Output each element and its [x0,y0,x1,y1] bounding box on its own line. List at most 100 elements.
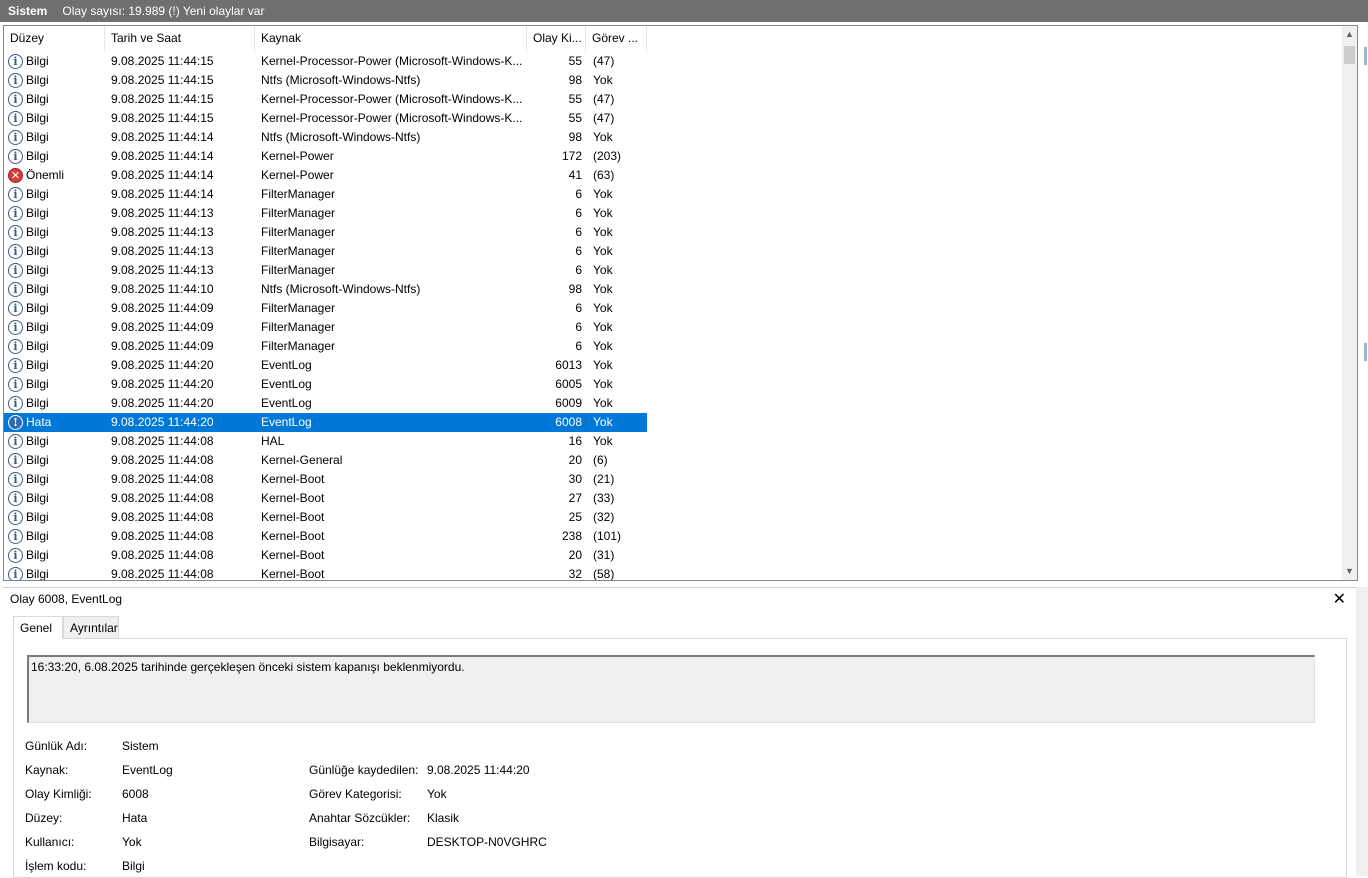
tab-general[interactable]: Genel [13,616,63,640]
source-cell: FilterManager [261,244,336,258]
table-row[interactable]: i Bilgi 9.08.2025 11:44:15 Kernel-Processor… [4,90,647,109]
info-icon: i [8,472,23,487]
tab-details[interactable]: Ayrıntılar [63,616,119,639]
level-cell: i Bilgi [8,375,103,394]
table-row[interactable]: i Bilgi 9.08.2025 11:44:15 Ntfs (Microsoft-… [4,71,647,90]
source-cell: Kernel-Boot [261,567,325,581]
scroll-up-icon[interactable]: ▲ [1342,26,1357,43]
info-icon: i [8,358,23,373]
event-id-cell: 6013 [555,358,582,372]
datetime-cell: 9.08.2025 11:44:09 [111,339,214,353]
table-row[interactable]: i Bilgi 9.08.2025 11:44:14 Ntfs (Microsoft-… [4,128,647,147]
event-id-cell: 6 [575,320,582,334]
info-icon: i [8,54,23,69]
task-cell: Yok [593,339,613,353]
table-row[interactable]: i Bilgi 9.08.2025 11:44:20 EventLog 6005 Yok [4,375,647,394]
source-cell: FilterManager [261,206,336,220]
table-row[interactable]: ! Hata 9.08.2025 11:44:20 EventLog 6008 Yok [4,413,647,432]
source-cell: Kernel-Boot [261,529,325,543]
scroll-down-icon[interactable]: ▼ [1342,563,1357,580]
event-rows: i Bilgi 9.08.2025 11:44:15 Kernel-Processor… [4,51,1344,581]
event-message-box[interactable]: 16:33:20, 6.08.2025 tarihinde gerçekleşe… [27,655,1315,723]
level-text: Bilgi [26,187,49,201]
event-count-info: Olay sayısı: 19.989 (!) Yeni olaylar var [62,4,265,18]
event-list[interactable]: Düzey Tarih ve Saat Kaynak Olay Ki... Gö… [3,25,1358,581]
column-header-event-id[interactable]: Olay Ki... [527,26,586,51]
table-row[interactable]: i Bilgi 9.08.2025 11:44:08 Kernel-Boot 32 (58… [4,565,647,581]
table-row[interactable]: i Bilgi 9.08.2025 11:44:14 FilterManager 6 Yo… [4,185,647,204]
level-cell: i Bilgi [8,280,103,299]
table-row[interactable]: i Bilgi 9.08.2025 11:44:09 FilterManager 6 Yo… [4,318,647,337]
table-row[interactable]: i Bilgi 9.08.2025 11:44:13 FilterManager 6 Yo… [4,223,647,242]
close-icon[interactable]: ✕ [1333,589,1346,609]
table-row[interactable]: i Bilgi 9.08.2025 11:44:20 EventLog 6009 Yok [4,394,647,413]
table-row[interactable]: i Bilgi 9.08.2025 11:44:14 Kernel-Power 172 (… [4,147,647,166]
table-row[interactable]: ✕ Önemli 9.08.2025 11:44:14 Kernel-Power 41 (… [4,166,647,185]
datetime-cell: 9.08.2025 11:44:14 [111,149,214,163]
table-row[interactable]: i Bilgi 9.08.2025 11:44:08 Kernel-Boot 30 (21… [4,470,647,489]
user-value: Yok [122,835,142,849]
task-cell: (33) [593,491,615,505]
level-label: Düzey: [25,811,63,825]
info-icon: i [8,130,23,145]
task-cell: Yok [593,415,613,429]
level-text: Önemli [26,168,65,182]
source-cell: Kernel-Processor-Power (Microsoft-Window… [261,54,523,68]
column-header-level[interactable]: Düzey [4,26,105,51]
datetime-cell: 9.08.2025 11:44:15 [111,73,214,87]
level-cell: i Bilgi [8,242,103,261]
table-row[interactable]: i Bilgi 9.08.2025 11:44:13 FilterManager 6 Yo… [4,261,647,280]
table-row[interactable]: i Bilgi 9.08.2025 11:44:08 Kernel-Boot 238 (1… [4,527,647,546]
level-cell: i Bilgi [8,451,103,470]
column-header-source[interactable]: Kaynak [255,26,527,51]
source-cell: Kernel-Boot [261,472,325,486]
column-header-task[interactable]: Görev ... [586,26,647,51]
task-cell: (21) [593,472,615,486]
table-row[interactable]: i Bilgi 9.08.2025 11:44:15 Kernel-Processor… [4,109,647,128]
level-text: Bilgi [26,567,49,581]
task-cell: Yok [593,73,613,87]
event-id-cell: 98 [568,73,582,87]
table-row[interactable]: i Bilgi 9.08.2025 11:44:10 Ntfs (Microsoft-… [4,280,647,299]
source-cell: EventLog [261,415,312,429]
info-icon: i [8,339,23,354]
level-cell: i Bilgi [8,71,103,90]
task-category-label: Görev Kategorisi: [309,787,402,801]
source-cell: Kernel-Boot [261,510,325,524]
level-cell: i Bilgi [8,52,103,71]
table-row[interactable]: i Bilgi 9.08.2025 11:44:20 EventLog 6013 Yok [4,356,647,375]
datetime-cell: 9.08.2025 11:44:09 [111,301,214,315]
task-cell: Yok [593,434,613,448]
datetime-cell: 9.08.2025 11:44:08 [111,434,214,448]
datetime-cell: 9.08.2025 11:44:10 [111,282,214,296]
level-cell: i Bilgi [8,508,103,527]
logged-value: 9.08.2025 11:44:20 [427,763,530,777]
event-id-cell: 6 [575,301,582,315]
table-row[interactable]: i Bilgi 9.08.2025 11:44:13 FilterManager 6 Yo… [4,204,647,223]
datetime-cell: 9.08.2025 11:44:08 [111,548,214,562]
task-category-value: Yok [427,787,447,801]
event-id-cell: 41 [568,168,582,182]
log-title: Sistem [8,4,48,18]
table-row[interactable]: i Bilgi 9.08.2025 11:44:09 FilterManager 6 Yo… [4,299,647,318]
table-row[interactable]: i Bilgi 9.08.2025 11:44:13 FilterManager 6 Yo… [4,242,647,261]
table-row[interactable]: i Bilgi 9.08.2025 11:44:08 Kernel-Boot 20 (31… [4,546,647,565]
event-id-cell: 16 [568,434,582,448]
column-header-datetime[interactable]: Tarih ve Saat [105,26,255,51]
source-cell: EventLog [261,358,312,372]
table-row[interactable]: i Bilgi 9.08.2025 11:44:08 Kernel-Boot 27 (33… [4,489,647,508]
table-row[interactable]: i Bilgi 9.08.2025 11:44:15 Kernel-Processor… [4,52,647,71]
table-row[interactable]: i Bilgi 9.08.2025 11:44:09 FilterManager 6 Yo… [4,337,647,356]
table-row[interactable]: i Bilgi 9.08.2025 11:44:08 Kernel-General 20… [4,451,647,470]
event-id-cell: 6 [575,244,582,258]
scrollbar-thumb[interactable] [1344,46,1355,64]
table-row[interactable]: i Bilgi 9.08.2025 11:44:08 Kernel-Boot 25 (32… [4,508,647,527]
event-id-cell: 6 [575,187,582,201]
table-row[interactable]: i Bilgi 9.08.2025 11:44:08 HAL 16 Yok [4,432,647,451]
event-id-cell: 32 [568,567,582,581]
detail-scrollbar[interactable] [1356,587,1368,876]
list-scrollbar[interactable]: ▲ ▼ [1342,26,1357,580]
general-tab-pane: 16:33:20, 6.08.2025 tarihinde gerçekleşe… [13,638,1347,878]
datetime-cell: 9.08.2025 11:44:20 [111,377,214,391]
event-id-cell: 20 [568,548,582,562]
